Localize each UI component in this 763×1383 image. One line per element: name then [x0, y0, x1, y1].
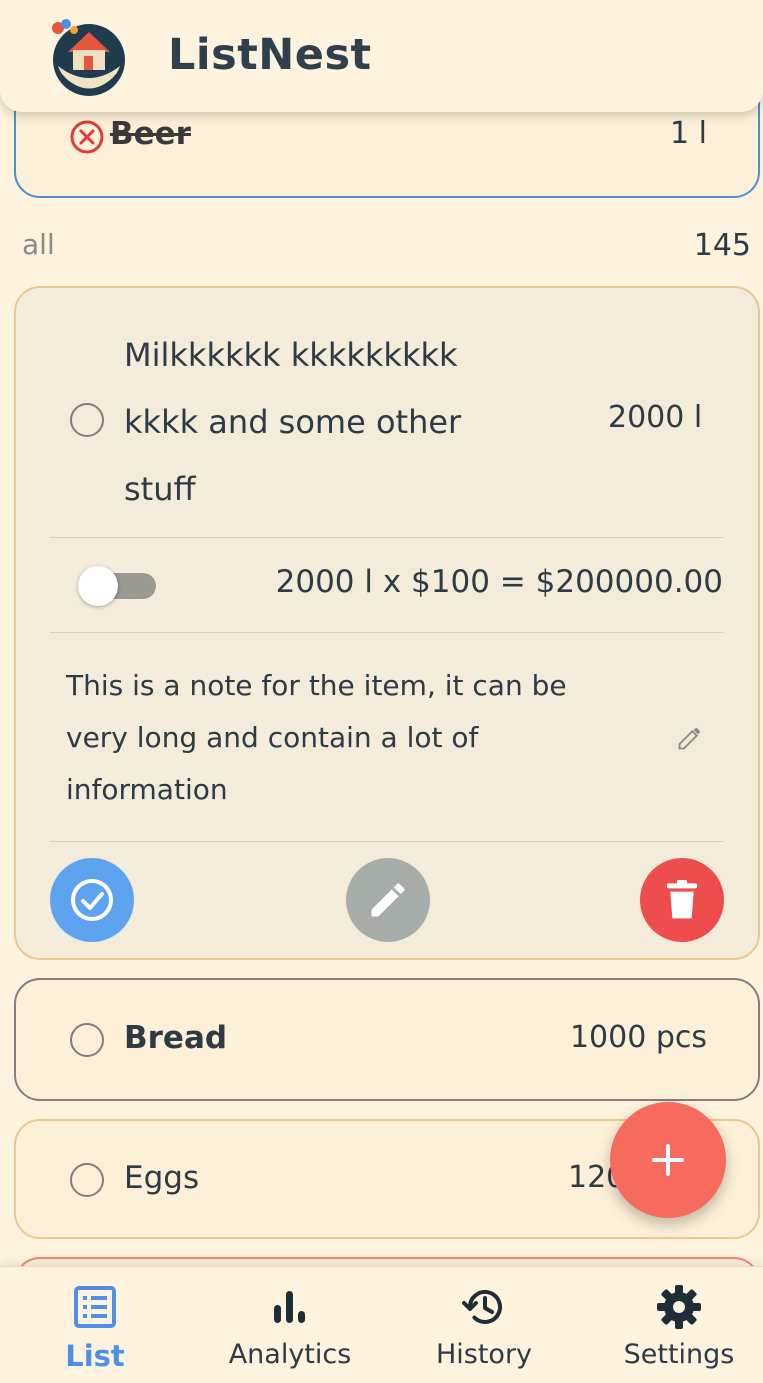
item-name-milk: Milkkkkkk kkkkkkkkk kkkk and some other … [124, 336, 462, 508]
remove-circle-icon[interactable] [68, 118, 106, 156]
history-icon [462, 1290, 502, 1324]
bar-chart-icon [274, 1291, 305, 1323]
mark-done-button[interactable] [50, 858, 134, 942]
price-toggle[interactable] [78, 566, 156, 606]
gear-icon [657, 1285, 701, 1329]
nav-label-analytics: Analytics [228, 1339, 352, 1370]
add-item-fab[interactable] [610, 1102, 726, 1218]
edit-item-button[interactable] [346, 858, 430, 942]
item-note: This is a note for the item, it can be v… [66, 669, 567, 806]
nav-tab-history[interactable]: History [389, 1267, 579, 1383]
listnest-logo-icon [52, 19, 125, 96]
divider [50, 537, 724, 538]
item-check-radio-eggs[interactable] [70, 1163, 104, 1197]
list-icon [74, 1286, 116, 1328]
bottom-navigation: List Analytics History Settings [0, 1266, 763, 1383]
nav-tab-list[interactable]: List [0, 1267, 190, 1383]
item-name-beer: Beer [110, 116, 191, 152]
divider [50, 841, 724, 842]
app-header: ListNest [0, 0, 763, 112]
price-calculation: 2000 l x $100 = $200000.00 [275, 564, 723, 600]
nav-tab-analytics[interactable]: Analytics [195, 1267, 385, 1383]
nav-label-history: History [435, 1339, 533, 1370]
toggle-knob [78, 566, 118, 606]
divider [50, 632, 724, 633]
trash-icon [667, 880, 697, 919]
item-check-radio-milk[interactable] [70, 403, 104, 437]
item-quantity-beer: 1 l [670, 116, 707, 151]
app-root: Beer 1 l ListNest all 145 Milkkkkkk kkkk… [0, 0, 763, 1383]
section-label: all [22, 228, 55, 261]
item-quantity-bread: 1000 pcs [569, 1020, 707, 1055]
plus-icon [652, 1144, 684, 1176]
delete-item-button[interactable] [640, 858, 724, 942]
nav-tab-settings[interactable]: Settings [584, 1267, 763, 1383]
check-circle-icon [71, 879, 113, 921]
item-name-eggs: Eggs [124, 1160, 200, 1196]
item-quantity-milk: 2000 l [608, 400, 703, 435]
edit-note-pencil-icon[interactable] [676, 724, 704, 752]
item-check-radio-bread[interactable] [70, 1023, 104, 1057]
app-title: ListNest [168, 30, 372, 80]
pencil-icon [371, 883, 405, 917]
item-name-bread: Bread [124, 1020, 228, 1056]
section-count: 145 [693, 228, 751, 263]
nav-label-list: List [65, 1339, 125, 1373]
nav-label-settings: Settings [623, 1339, 735, 1370]
